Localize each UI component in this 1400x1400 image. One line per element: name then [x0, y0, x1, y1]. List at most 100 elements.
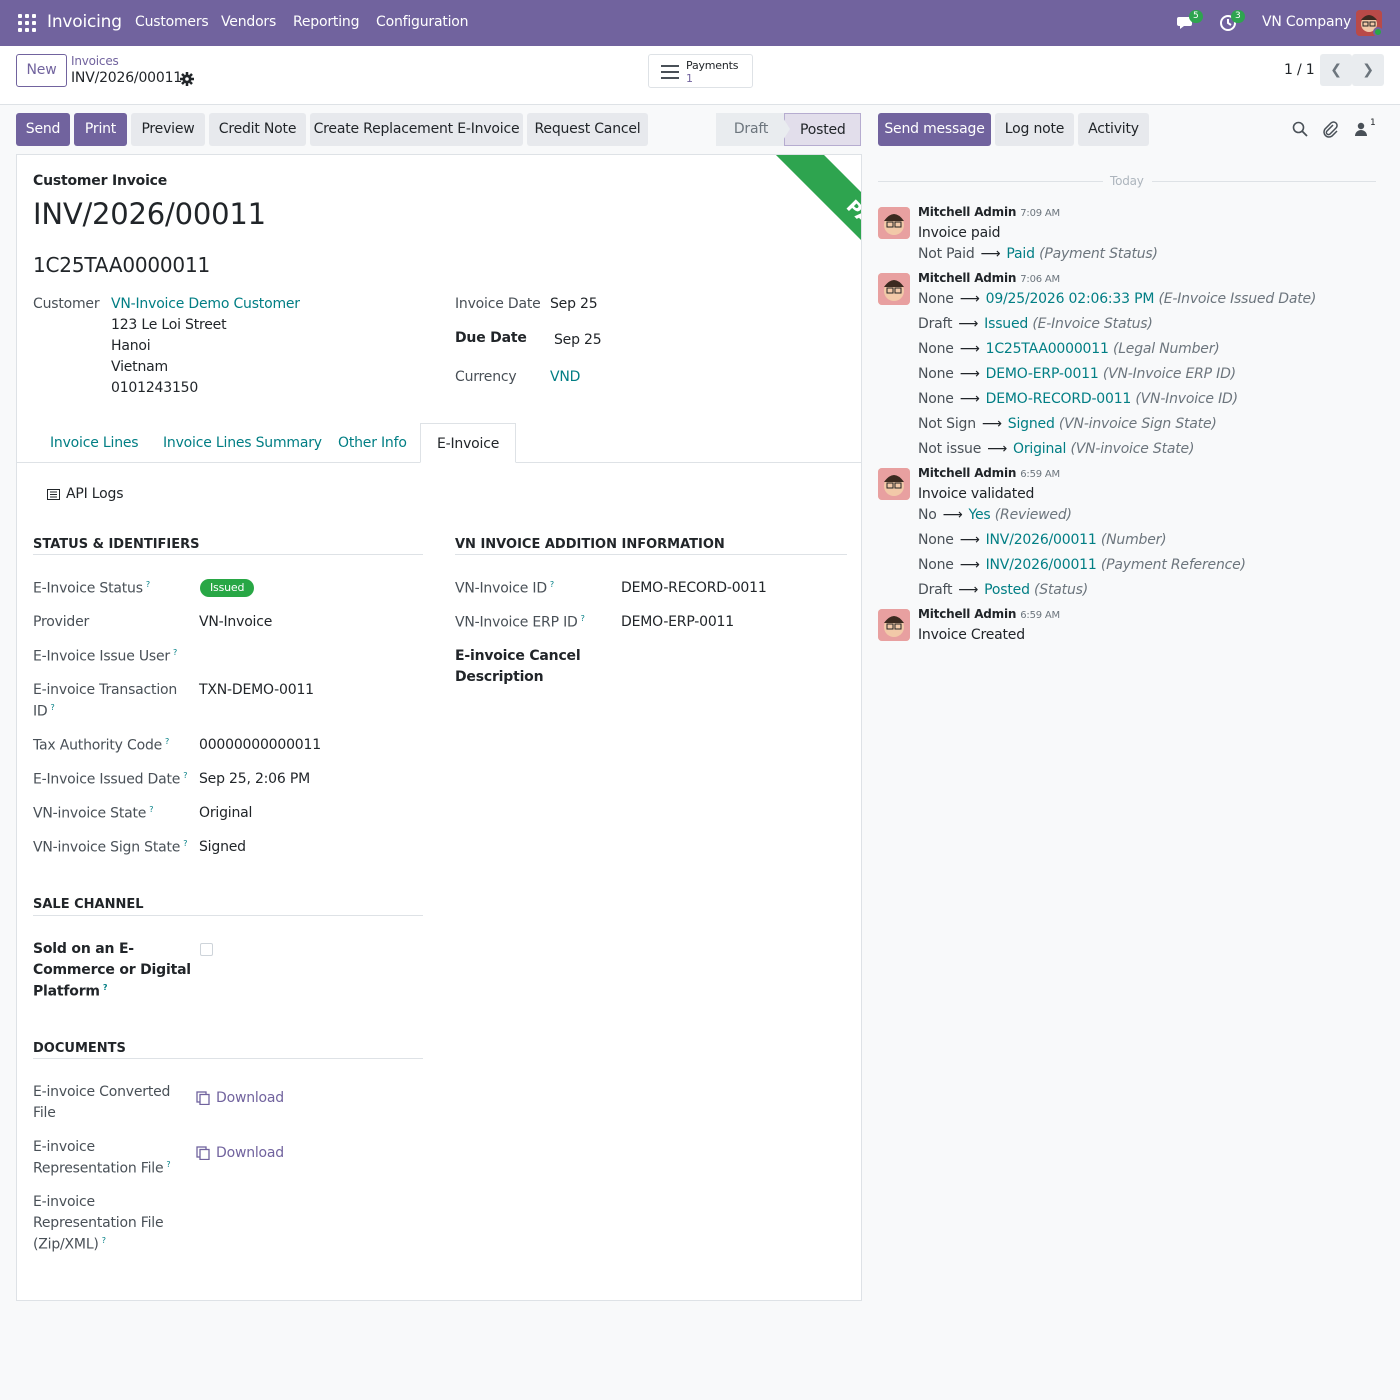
- author-avatar[interactable]: [878, 468, 910, 500]
- date-divider: [1152, 181, 1376, 182]
- addition-info-title: VN INVOICE ADDITION INFORMATION: [455, 537, 725, 552]
- tracking-line: Not Sign ⟶ Signed (VN-invoice Sign State): [918, 416, 1217, 432]
- converted-file-label-line2: File: [33, 1105, 56, 1121]
- representation-file-download-link[interactable]: Download: [216, 1145, 284, 1161]
- message-body: Invoice Created: [918, 627, 1025, 643]
- tab-invoice-lines[interactable]: Invoice Lines: [50, 423, 139, 463]
- menu-reporting[interactable]: Reporting: [293, 14, 359, 30]
- cancel-description-label-line2: Description: [455, 669, 544, 685]
- request-cancel-button[interactable]: Request Cancel: [527, 113, 648, 146]
- invoice-date-value[interactable]: Sep 25: [550, 296, 598, 312]
- app-name[interactable]: Invoicing: [47, 12, 122, 32]
- author-avatar[interactable]: [878, 273, 910, 305]
- sign-state-label: VN-invoice Sign State?: [33, 839, 188, 856]
- payments-smart-button[interactable]: Payments 1: [648, 54, 753, 88]
- message-author[interactable]: Mitchell Admin 7:06 AM: [918, 271, 1060, 285]
- chevron-right-icon: ❯: [1362, 62, 1374, 78]
- breadcrumb-invoices[interactable]: Invoices: [71, 54, 119, 68]
- new-button[interactable]: New: [16, 54, 67, 87]
- log-note-button[interactable]: Log note: [995, 113, 1074, 146]
- online-status-icon: [1373, 27, 1383, 37]
- credit-note-button[interactable]: Credit Note: [209, 113, 306, 146]
- send-message-button[interactable]: Send message: [878, 113, 991, 146]
- provider-label: Provider: [33, 614, 90, 630]
- form-sheet: PAID Customer Invoice INV/2026/00011 1C2…: [16, 154, 862, 1301]
- sale-channel-title: SALE CHANNEL: [33, 897, 144, 912]
- menu-vendors[interactable]: Vendors: [221, 14, 276, 30]
- message-time: 7:06 AM: [1020, 274, 1060, 285]
- preview-button[interactable]: Preview: [131, 113, 205, 146]
- menu-customers[interactable]: Customers: [135, 14, 209, 30]
- pager-previous-button[interactable]: ❮: [1320, 54, 1352, 86]
- activity-button[interactable]: Activity: [1078, 113, 1149, 146]
- address-city: Hanoi: [111, 338, 151, 354]
- stage-draft[interactable]: Draft: [716, 113, 786, 146]
- section-divider: [33, 1058, 423, 1059]
- transaction-id-label-line1: E-invoice Transaction: [33, 682, 178, 698]
- pager-next-button[interactable]: ❯: [1352, 54, 1384, 86]
- message-author[interactable]: Mitchell Admin 6:59 AM: [918, 466, 1060, 480]
- currency-label: Currency: [455, 369, 517, 385]
- api-logs-icon: [47, 489, 60, 500]
- search-icon[interactable]: [1291, 120, 1309, 138]
- payments-count: 1: [686, 72, 693, 85]
- messages-icon[interactable]: 5: [1176, 10, 1203, 33]
- converted-file-download-link[interactable]: Download: [216, 1090, 284, 1106]
- tracking-line: None ⟶ INV/2026/00011 (Payment Reference): [918, 557, 1246, 573]
- representation-file-label-line1: E-invoice: [33, 1139, 95, 1155]
- api-logs-button[interactable]: API Logs: [66, 486, 124, 502]
- message-time: 6:59 AM: [1020, 469, 1060, 480]
- sold-platform-checkbox[interactable]: [200, 943, 213, 956]
- sign-state-value: Signed: [199, 839, 246, 855]
- erp-id-value: DEMO-ERP-0011: [621, 614, 734, 630]
- tracking-line: Not Paid ⟶ Paid (Payment Status): [918, 246, 1158, 262]
- apps-menu-icon[interactable]: [18, 14, 36, 32]
- due-date-label: Due Date: [455, 330, 527, 346]
- sold-platform-label-line1: Sold on an E-: [33, 941, 134, 957]
- activities-clock-icon[interactable]: 3: [1218, 10, 1245, 33]
- tracking-line: None ⟶ DEMO-ERP-0011 (VN-Invoice ERP ID): [918, 366, 1236, 382]
- due-date-value[interactable]: Sep 25: [554, 332, 602, 348]
- zip-file-label-line2: Representation File: [33, 1215, 164, 1231]
- message-author[interactable]: Mitchell Admin 6:59 AM: [918, 607, 1060, 621]
- tracking-line: Draft ⟶ Issued (E-Invoice Status): [918, 316, 1153, 332]
- print-button[interactable]: Print: [74, 113, 127, 146]
- status-bar: Draft Posted: [716, 113, 861, 146]
- section-divider: [33, 915, 423, 916]
- sold-platform-label-line3: Platform?: [33, 983, 108, 1000]
- issued-date-value: Sep 25, 2:06 PM: [199, 771, 310, 787]
- transaction-id-label-line2: ID?: [33, 703, 55, 720]
- tab-einvoice[interactable]: E-Invoice: [420, 423, 517, 463]
- tracking-line: No ⟶ Yes (Reviewed): [918, 507, 1072, 523]
- vn-invoice-id-label: VN-Invoice ID?: [455, 580, 554, 597]
- stage-posted[interactable]: Posted: [784, 113, 861, 146]
- vn-invoice-state-value: Original: [199, 805, 253, 821]
- status-identifiers-title: STATUS & IDENTIFIERS: [33, 537, 200, 552]
- paperclip-icon[interactable]: [1321, 120, 1339, 138]
- create-replacement-einvoice-button[interactable]: Create Replacement E-Invoice: [310, 113, 523, 146]
- gear-icon[interactable]: [180, 72, 194, 86]
- paid-ribbon: PAID: [770, 155, 861, 319]
- legal-number: 1C25TAA0000011: [33, 253, 210, 277]
- author-avatar[interactable]: [878, 207, 910, 239]
- message-author[interactable]: Mitchell Admin 7:09 AM: [918, 205, 1060, 219]
- author-avatar[interactable]: [878, 609, 910, 641]
- tab-invoice-lines-summary[interactable]: Invoice Lines Summary: [163, 423, 322, 463]
- currency-value[interactable]: VND: [550, 369, 580, 385]
- top-navbar: Invoicing Customers Vendors Reporting Co…: [0, 0, 1400, 46]
- menu-configuration[interactable]: Configuration: [376, 14, 469, 30]
- send-button[interactable]: Send: [16, 113, 70, 146]
- customer-label: Customer: [33, 296, 100, 312]
- cancel-description-label-line1: E-invoice Cancel: [455, 648, 581, 664]
- message-time: 7:09 AM: [1020, 208, 1060, 219]
- tab-other-info[interactable]: Other Info: [338, 423, 407, 463]
- invoice-number: INV/2026/00011: [33, 197, 266, 231]
- activities-count-badge: 3: [1231, 10, 1245, 23]
- vn-invoice-state-label: VN-invoice State?: [33, 805, 154, 822]
- pager-value[interactable]: 1 / 1: [1284, 62, 1315, 78]
- converted-file-label-line1: E-invoice Converted: [33, 1084, 171, 1100]
- company-switcher[interactable]: VN Company: [1262, 14, 1351, 30]
- section-divider: [33, 554, 423, 555]
- customer-link[interactable]: VN-Invoice Demo Customer: [111, 296, 300, 312]
- section-divider: [455, 554, 847, 555]
